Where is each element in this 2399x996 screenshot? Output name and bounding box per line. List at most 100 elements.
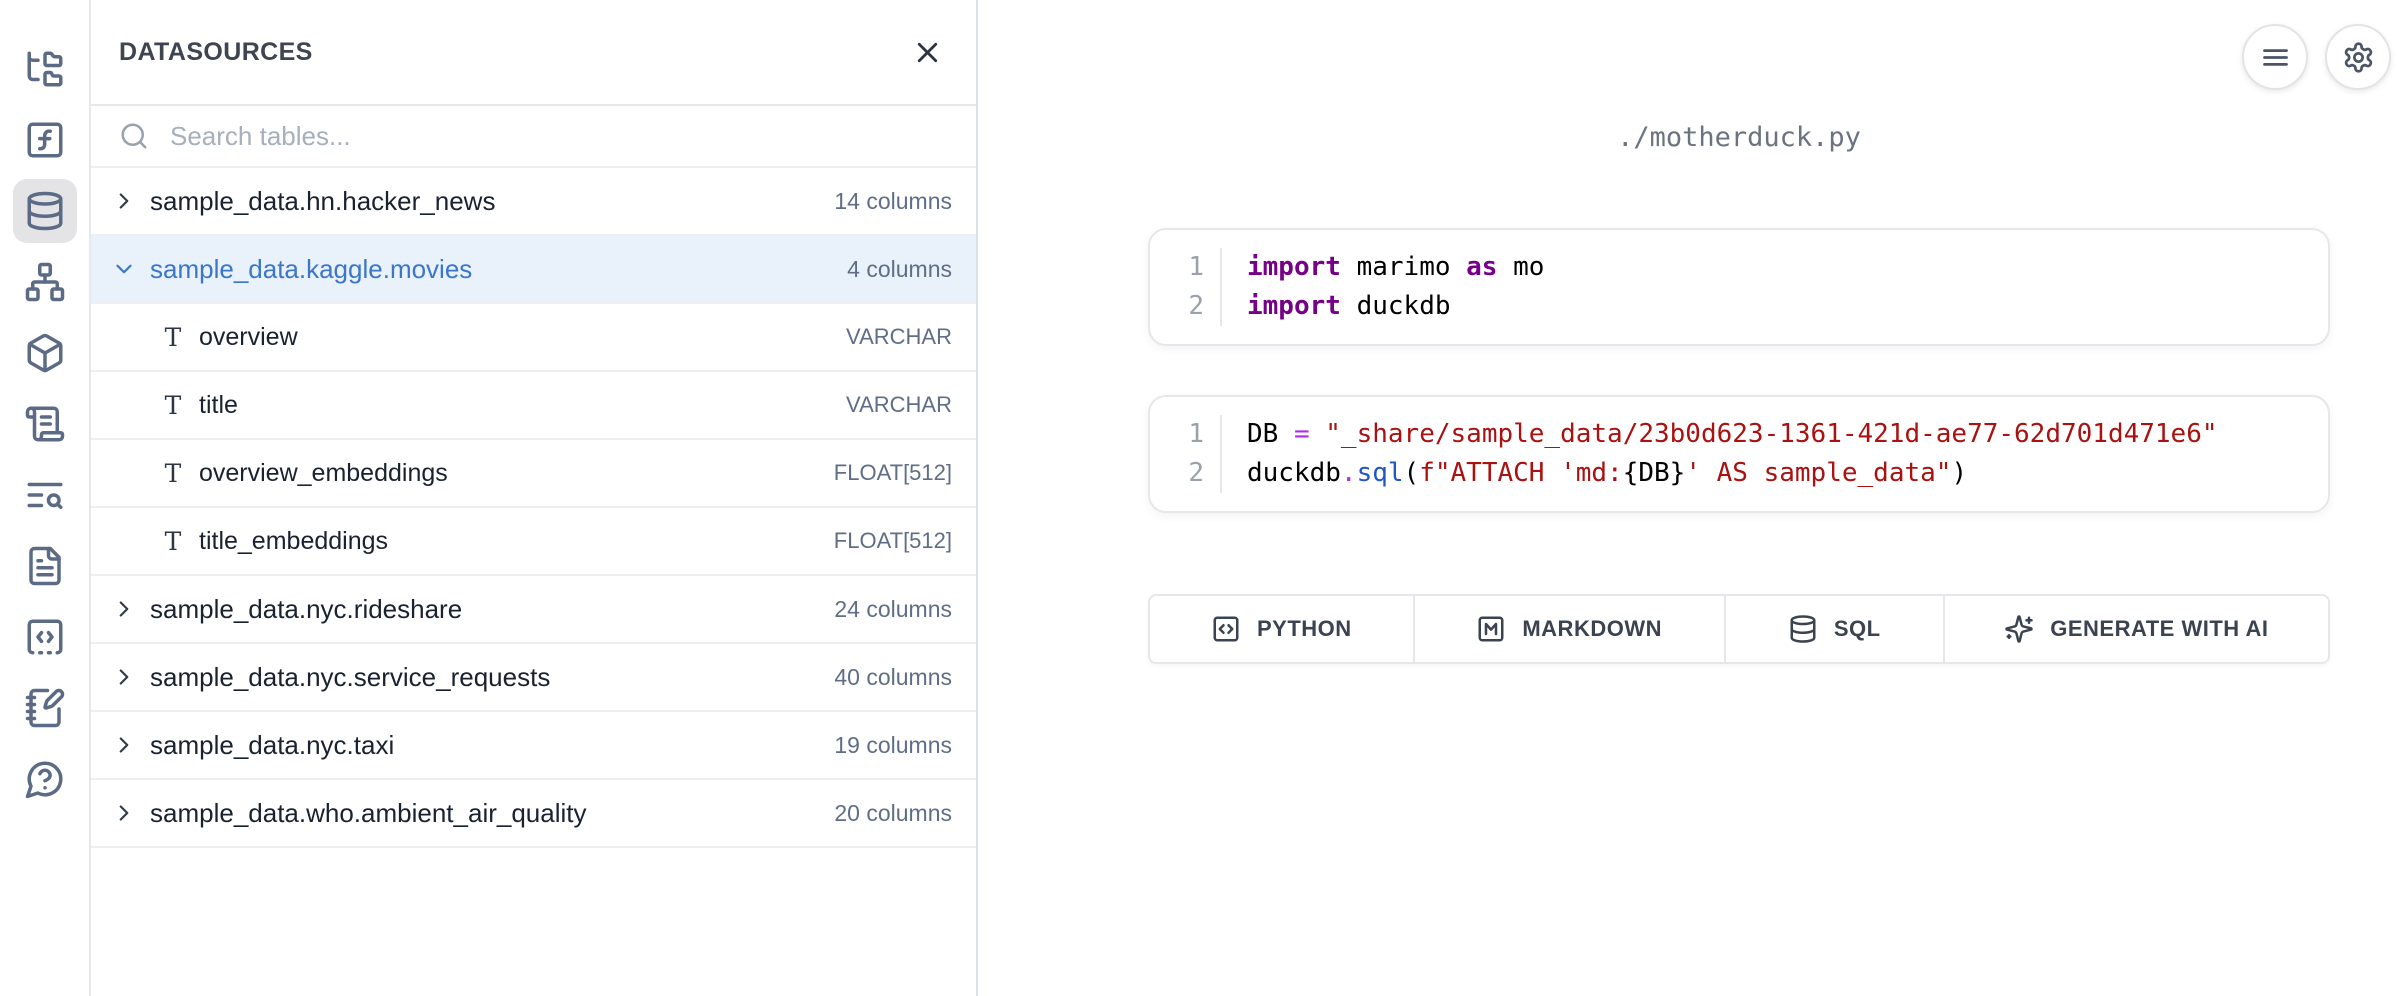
column-row[interactable]: Ttitle VARCHAR: [91, 372, 976, 440]
column-type-icon: T: [159, 459, 187, 488]
table-row[interactable]: sample_data.nyc.rideshare 24 columns: [91, 576, 976, 644]
table-row[interactable]: sample_data.hn.hacker_news 14 columns: [91, 168, 976, 236]
sidebar-item-logs[interactable]: [13, 392, 77, 456]
sparkles-icon: [2004, 614, 2034, 644]
table-row[interactable]: sample_data.kaggle.movies 4 columns: [91, 236, 976, 304]
sidebar-item-scratchpad[interactable]: [13, 676, 77, 740]
add-cell-python-button[interactable]: PYTHON: [1150, 596, 1413, 662]
sidebar-item-packages[interactable]: [13, 321, 77, 385]
code-editor[interactable]: import marimo as moimport duckdb: [1222, 248, 1544, 326]
search-icon: [119, 121, 149, 151]
panel-title: DATASOURCES: [119, 38, 313, 67]
column-row[interactable]: Toverview_embeddings FLOAT[512]: [91, 440, 976, 508]
x-icon: [911, 36, 944, 69]
sidebar-item-file-explorer[interactable]: [13, 37, 77, 101]
activity-sidebar: [0, 0, 91, 996]
network-icon: [24, 261, 66, 303]
cells-container: 12import marimo as moimport duckdb12DB =…: [1148, 228, 2330, 513]
add-cell-generate-with-ai-button[interactable]: GENERATE WITH AI: [1943, 596, 2328, 662]
column-row[interactable]: Ttitle_embeddings FLOAT[512]: [91, 508, 976, 576]
tables-list: sample_data.hn.hacker_news14 columnssamp…: [91, 168, 976, 996]
gear-icon: [2342, 41, 2375, 74]
sidebar-item-documentation[interactable]: [13, 534, 77, 598]
add-cell-button-label: PYTHON: [1257, 616, 1352, 642]
line-numbers: 12: [1150, 248, 1222, 326]
code-line: import marimo as mo: [1247, 248, 1544, 287]
column-row[interactable]: Toverview VARCHAR: [91, 304, 976, 372]
code-square-dashed-icon: [24, 616, 66, 658]
code-editor[interactable]: DB = "_share/sample_data/23b0d623-1361-4…: [1222, 415, 2218, 493]
code-cell[interactable]: 12import marimo as moimport duckdb: [1148, 228, 2330, 346]
column-type: VARCHAR: [846, 324, 952, 350]
code-square-icon: [1211, 614, 1241, 644]
table-name: sample_data.nyc.service_requests: [150, 662, 550, 693]
column-name: title: [199, 391, 238, 420]
add-cell-button-label: GENERATE WITH AI: [2050, 616, 2268, 642]
column-type-icon: T: [159, 391, 187, 420]
table-row[interactable]: sample_data.who.ambient_air_quality 20 co…: [91, 780, 976, 848]
table-name: sample_data.kaggle.movies: [150, 254, 472, 285]
add-cell-button-label: MARKDOWN: [1522, 616, 1662, 642]
table-columns-count: 19 columns: [834, 732, 952, 759]
sidebar-item-tracing[interactable]: [13, 463, 77, 527]
sidebar-item-snippets[interactable]: [13, 605, 77, 669]
notebook-area: ./motherduck.py 12import marimo as moimp…: [978, 0, 2399, 996]
chevron-right-icon: [111, 596, 137, 622]
close-panel-button[interactable]: [904, 29, 950, 75]
column-type-icon: T: [159, 323, 187, 352]
header-actions: [2242, 24, 2391, 90]
chevron-right-icon: [111, 732, 137, 758]
marimo-app: DATASOURCES sample_data.hn.hacker_news 14…: [0, 0, 2399, 996]
chevron-right-icon: [111, 800, 137, 826]
table-name: sample_data.nyc.taxi: [150, 730, 394, 761]
table-name: sample_data.nyc.rideshare: [150, 594, 462, 625]
search-tables-input[interactable]: [170, 121, 948, 152]
message-question-icon: [24, 758, 66, 800]
folder-tree-icon: [24, 48, 66, 90]
table-columns-count: 20 columns: [834, 800, 952, 827]
notebook-filename: ./motherduck.py: [1148, 122, 2330, 154]
column-name: overview_embeddings: [199, 459, 448, 488]
column-type: FLOAT[512]: [834, 528, 952, 554]
table-row[interactable]: sample_data.nyc.taxi 19 columns: [91, 712, 976, 780]
column-name: title_embeddings: [199, 527, 388, 556]
column-type: FLOAT[512]: [834, 460, 952, 486]
line-numbers: 12: [1150, 415, 1222, 493]
sidebar-item-datasources[interactable]: [13, 179, 77, 243]
table-columns-count: 4 columns: [847, 256, 952, 283]
add-cell-markdown-button[interactable]: MARKDOWN: [1413, 596, 1724, 662]
column-type-icon: T: [159, 527, 187, 556]
database-icon: [24, 190, 66, 232]
table-columns-count: 14 columns: [834, 188, 952, 215]
table-row[interactable]: sample_data.nyc.service_requests40 colum…: [91, 644, 976, 712]
text-search-icon: [24, 474, 66, 516]
sidebar-item-variables[interactable]: [13, 108, 77, 172]
menu-icon: [2259, 41, 2292, 74]
chevron-down-icon: [111, 256, 137, 282]
code-line: DB = "_share/sample_data/23b0d623-1361-4…: [1247, 415, 2218, 454]
chevron-right-icon: [111, 664, 137, 690]
code-line: import duckdb: [1247, 287, 1544, 326]
datasources-panel-header: DATASOURCES: [91, 0, 976, 106]
add-cell-sql-button[interactable]: SQL: [1724, 596, 1943, 662]
sidebar-item-dependencies[interactable]: [13, 250, 77, 314]
menu-button[interactable]: [2242, 24, 2308, 90]
table-search-bar: [91, 106, 976, 168]
m-square-icon: [1476, 614, 1506, 644]
file-text-icon: [24, 545, 66, 587]
sidebar-item-help[interactable]: [13, 747, 77, 811]
code-cell[interactable]: 12 DB = "_share/sample_data/23b0d623-1361…: [1148, 395, 2330, 513]
add-cell-bar: PYTHON MARKDOWN SQL GENERATE WITH AI: [1148, 594, 2330, 664]
database-icon: [1788, 614, 1818, 644]
table-name: sample_data.who.ambient_air_quality: [150, 798, 587, 829]
scroll-text-icon: [24, 403, 66, 445]
column-name: overview: [199, 323, 298, 352]
column-type: VARCHAR: [846, 392, 952, 418]
table-columns-count: 24 columns: [834, 596, 952, 623]
settings-button[interactable]: [2325, 24, 2391, 90]
box-icon: [24, 332, 66, 374]
table-name: sample_data.hn.hacker_news: [150, 186, 495, 217]
function-square-icon: [24, 119, 66, 161]
datasources-panel: DATASOURCES sample_data.hn.hacker_news 14…: [91, 0, 978, 996]
add-cell-button-label: SQL: [1834, 616, 1881, 642]
